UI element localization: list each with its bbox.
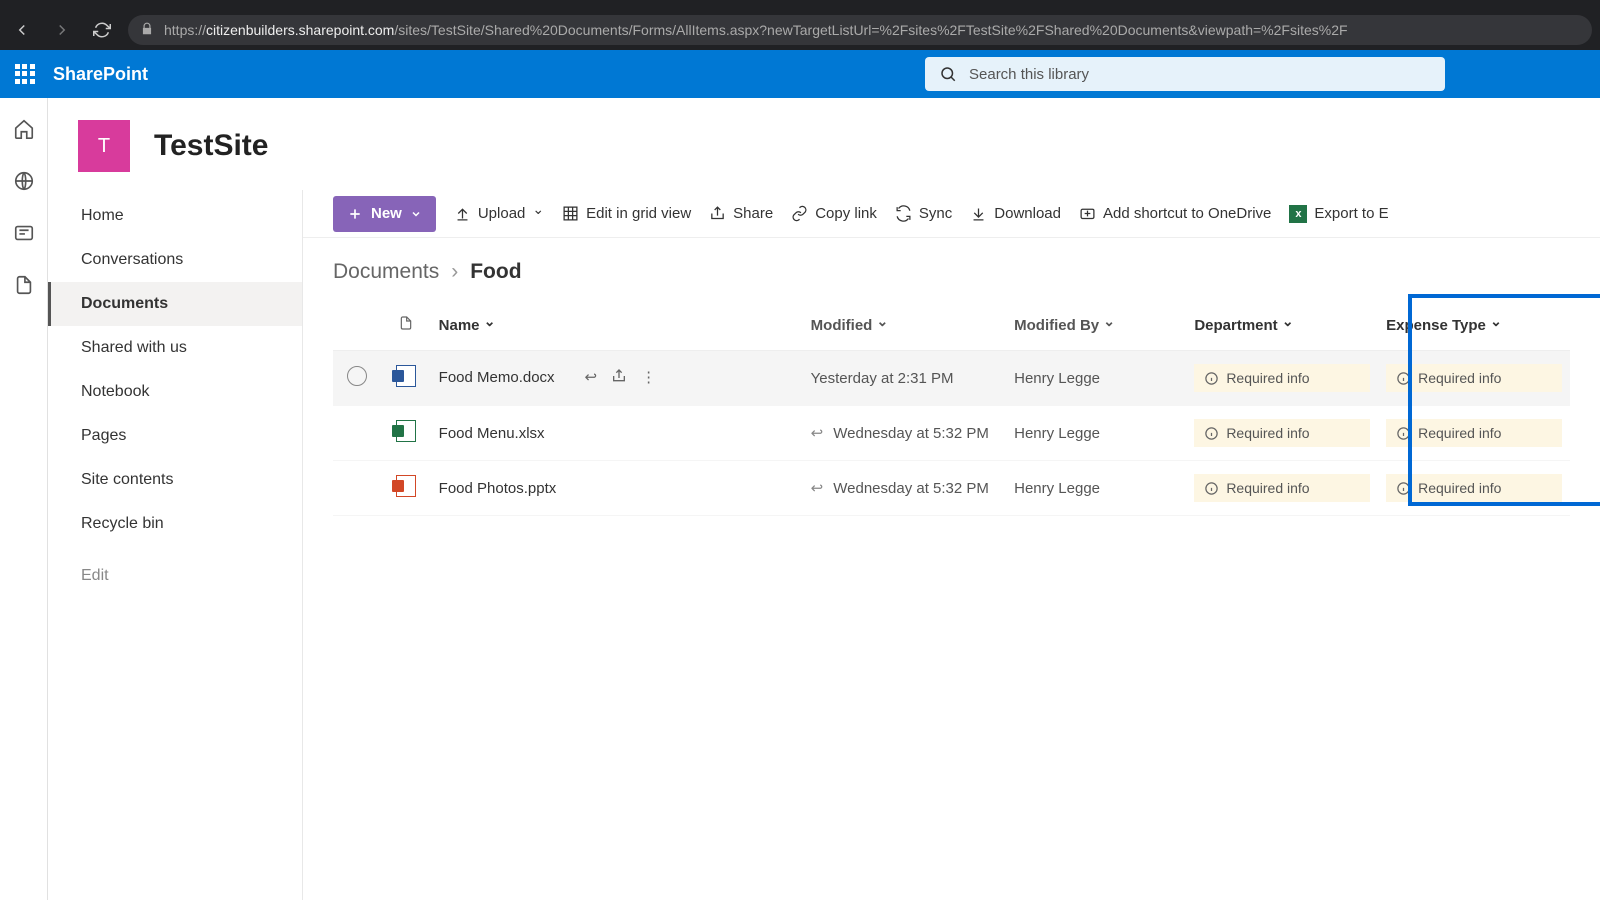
- sidenav-edit[interactable]: Edit: [48, 554, 302, 598]
- breadcrumb: Documents › Food: [303, 238, 1600, 300]
- url-text: https://citizenbuilders.sharepoint.com/s…: [164, 22, 1348, 38]
- more-icon[interactable]: ⋮: [641, 368, 656, 388]
- share-icon: [709, 205, 726, 222]
- browser-toolbar: https://citizenbuilders.sharepoint.com/s…: [0, 10, 1600, 50]
- required-info-badge[interactable]: Required info: [1386, 474, 1562, 502]
- breadcrumb-root[interactable]: Documents: [333, 260, 439, 284]
- search-box[interactable]: [925, 57, 1445, 91]
- browser-reload-button[interactable]: [88, 16, 116, 44]
- file-name[interactable]: Food Menu.xlsx: [439, 425, 545, 442]
- news-icon[interactable]: [13, 222, 35, 244]
- chevron-right-icon: ›: [451, 260, 458, 284]
- share-row-icon[interactable]: [611, 368, 627, 388]
- chevron-down-icon: [532, 205, 544, 222]
- breadcrumb-current: Food: [470, 260, 521, 284]
- home-icon[interactable]: [13, 118, 35, 140]
- chevron-down-icon: [1103, 317, 1115, 334]
- documents-table: Name Modified Modified By Department Exp…: [333, 300, 1570, 516]
- document-icon: [398, 314, 414, 332]
- table-row[interactable]: Food Photos.pptx ↩ Wednesday at 5:32 PM Hen…: [333, 461, 1570, 516]
- site-navigation: HomeConversationsDocumentsShared with us…: [48, 190, 303, 900]
- modified-by[interactable]: Henry Legge: [1014, 480, 1100, 497]
- column-modified-by[interactable]: Modified By: [1006, 300, 1186, 351]
- column-department[interactable]: Department: [1186, 300, 1378, 351]
- file-name[interactable]: Food Memo.docx: [439, 369, 555, 386]
- column-modified[interactable]: Modified: [803, 300, 1006, 351]
- table-row[interactable]: Food Menu.xlsx ↩ Wednesday at 5:32 PM Henry…: [333, 406, 1570, 461]
- download-button[interactable]: Download: [970, 205, 1061, 222]
- chevron-down-icon: [1282, 317, 1294, 334]
- sync-button[interactable]: Sync: [895, 205, 952, 222]
- sync-icon: [895, 205, 912, 222]
- search-input[interactable]: [969, 66, 1431, 83]
- column-expense-type[interactable]: Expense Type: [1378, 300, 1570, 351]
- excel-icon: x: [1289, 205, 1307, 223]
- copy-link-button[interactable]: Copy link: [791, 205, 877, 222]
- modified-date: Wednesday at 5:32 PM: [833, 425, 989, 442]
- file-name[interactable]: Food Photos.pptx: [439, 480, 557, 497]
- chevron-down-icon: [877, 317, 889, 334]
- share-button[interactable]: Share: [709, 205, 773, 222]
- sidenav-item-site-contents[interactable]: Site contents: [48, 458, 302, 502]
- chevron-down-icon: [410, 208, 422, 220]
- chevron-down-icon: [484, 317, 496, 334]
- globe-icon[interactable]: [13, 170, 35, 192]
- return-icon: ↩: [811, 479, 824, 497]
- pptx-file-icon: [396, 475, 416, 497]
- suite-header: SharePoint: [0, 50, 1600, 98]
- command-bar: New Upload Edit in grid view Share Copy …: [303, 190, 1600, 238]
- browser-back-button[interactable]: [8, 16, 36, 44]
- table-row[interactable]: Food Memo.docx ↩ ⋮ Yesterday at 2:31 PM Henr…: [333, 351, 1570, 406]
- sidenav-item-documents[interactable]: Documents: [48, 282, 302, 326]
- required-info-badge[interactable]: Required info: [1386, 364, 1562, 392]
- sidenav-item-shared-with-us[interactable]: Shared with us: [48, 326, 302, 370]
- modified-by[interactable]: Henry Legge: [1014, 425, 1100, 442]
- brand-label[interactable]: SharePoint: [53, 64, 148, 85]
- required-info-badge[interactable]: Required info: [1194, 364, 1370, 392]
- site-logo[interactable]: T: [78, 120, 130, 172]
- return-icon[interactable]: ↩: [585, 368, 598, 388]
- required-info-badge[interactable]: Required info: [1194, 474, 1370, 502]
- plus-icon: [347, 206, 363, 222]
- column-type[interactable]: [382, 300, 431, 351]
- modified-date: Yesterday at 2:31 PM: [811, 370, 954, 387]
- upload-icon: [454, 205, 471, 222]
- xlsx-file-icon: [396, 420, 416, 442]
- app-launcher-icon[interactable]: [15, 64, 35, 84]
- chevron-down-icon: [1490, 317, 1502, 334]
- modified-by[interactable]: Henry Legge: [1014, 370, 1100, 387]
- column-select[interactable]: [333, 300, 382, 351]
- shortcut-icon: [1079, 205, 1096, 222]
- sidenav-item-pages[interactable]: Pages: [48, 414, 302, 458]
- sidenav-item-recycle-bin[interactable]: Recycle bin: [48, 502, 302, 546]
- add-shortcut-button[interactable]: Add shortcut to OneDrive: [1079, 205, 1271, 222]
- required-info-badge[interactable]: Required info: [1386, 419, 1562, 447]
- return-icon: ↩: [811, 424, 824, 442]
- upload-button[interactable]: Upload: [454, 205, 544, 222]
- column-name[interactable]: Name: [431, 300, 803, 351]
- edit-grid-button[interactable]: Edit in grid view: [562, 205, 691, 222]
- browser-url-bar[interactable]: https://citizenbuilders.sharepoint.com/s…: [128, 15, 1592, 45]
- search-icon: [939, 65, 957, 83]
- site-title[interactable]: TestSite: [154, 129, 268, 163]
- download-icon: [970, 205, 987, 222]
- export-excel-button[interactable]: xExport to E: [1289, 205, 1388, 223]
- lock-icon: [140, 22, 154, 39]
- browser-forward-button[interactable]: [48, 16, 76, 44]
- docx-file-icon: [396, 365, 416, 387]
- modified-date: Wednesday at 5:32 PM: [833, 480, 989, 497]
- site-header: T TestSite: [48, 98, 1600, 190]
- sidenav-item-conversations[interactable]: Conversations: [48, 238, 302, 282]
- new-button[interactable]: New: [333, 196, 436, 232]
- required-info-badge[interactable]: Required info: [1194, 419, 1370, 447]
- global-left-rail: [0, 98, 48, 900]
- grid-icon: [562, 205, 579, 222]
- select-circle[interactable]: [347, 366, 367, 386]
- sidenav-item-notebook[interactable]: Notebook: [48, 370, 302, 414]
- sidenav-item-home[interactable]: Home: [48, 194, 302, 238]
- link-icon: [791, 205, 808, 222]
- files-icon[interactable]: [13, 274, 35, 296]
- new-label: New: [371, 205, 402, 222]
